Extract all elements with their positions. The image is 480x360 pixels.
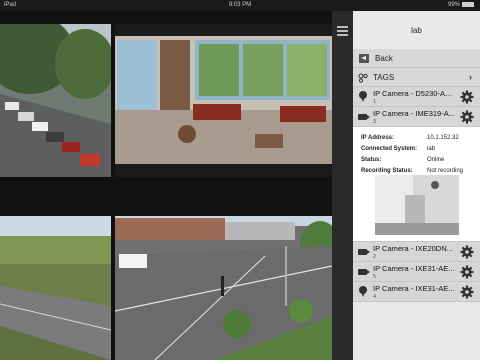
- map-pin-icon: [359, 91, 367, 102]
- status-bar: iPad 9:03 PM 99%: [0, 0, 480, 11]
- gear-icon[interactable]: [460, 245, 474, 259]
- recording-status-label: Recording Status:: [361, 168, 413, 174]
- clock: 9:03 PM: [228, 2, 252, 8]
- video-camera-icon: [358, 249, 370, 255]
- chevron-right-icon: ›: [469, 72, 472, 82]
- camera-number: 3: [373, 119, 377, 125]
- sidebar-title: lab: [353, 11, 480, 49]
- hamburger-menu-icon[interactable]: [337, 26, 348, 36]
- camera-details-panel: IP Address: 10.1.152.32 Connected System:…: [353, 127, 480, 242]
- tags-label: TAGS: [373, 73, 395, 82]
- ip-address-value: 10.1.152.32: [427, 135, 459, 141]
- camera-row-5[interactable]: IP Camera - IXE31-AE... 5: [353, 262, 480, 282]
- camera-row-3[interactable]: IP Camera - IME319-A... 3: [353, 107, 480, 127]
- camera-name: IP Camera - IXE31-AE...: [373, 284, 455, 293]
- gear-icon[interactable]: [460, 285, 474, 299]
- camera-name: IP Camera - IXE31-AE...: [373, 264, 455, 273]
- ip-address-label: IP Address:: [361, 135, 395, 141]
- map-pin-icon: [359, 286, 367, 297]
- camera-grid: [0, 11, 332, 360]
- battery-percent: 99%: [447, 2, 460, 8]
- camera-number: 4: [373, 294, 377, 300]
- video-tile-parking-lot[interactable]: [0, 24, 111, 177]
- camera-preview-thumbnail[interactable]: [375, 175, 459, 235]
- camera-number: 5: [373, 274, 377, 280]
- tags-row[interactable]: TAGS ›: [353, 68, 480, 87]
- gear-icon[interactable]: [460, 110, 474, 124]
- camera-number: 2: [373, 254, 377, 260]
- video-tile-lobby[interactable]: [115, 24, 332, 177]
- status-row: Status: Online: [361, 157, 444, 163]
- connected-system-row: Connected System: lab: [361, 146, 435, 152]
- camera-row-2[interactable]: IP Camera - IXE20DN... 2: [353, 242, 480, 262]
- video-tile-intersection[interactable]: [115, 216, 332, 360]
- camera-row-1[interactable]: IP Camera - D5230-A... 1: [353, 87, 480, 107]
- menu-strip: [332, 11, 353, 360]
- ip-address-row: IP Address: 10.1.152.32: [361, 135, 459, 141]
- battery-icon: [462, 1, 474, 7]
- back-label: Back: [375, 54, 393, 63]
- connected-system-label: Connected System:: [361, 146, 418, 152]
- camera-name: IP Camera - IME319-A...: [373, 109, 455, 118]
- battery-indicator: 99%: [448, 0, 474, 11]
- camera-name: IP Camera - IXE20DN...: [373, 244, 453, 253]
- status-value: Online: [427, 157, 445, 163]
- back-arrow-icon: [359, 54, 369, 63]
- back-button[interactable]: Back: [353, 49, 480, 68]
- connected-system-value: lab: [427, 146, 436, 152]
- camera-name: IP Camera - D5230-A...: [373, 89, 452, 98]
- gear-icon[interactable]: [460, 265, 474, 279]
- camera-row-4[interactable]: IP Camera - IXE31-AE... 4: [353, 282, 480, 302]
- video-tile-road[interactable]: [0, 216, 111, 360]
- tags-icon: [358, 73, 368, 83]
- video-camera-icon: [358, 269, 370, 275]
- video-camera-icon: [358, 114, 370, 120]
- camera-number: 1: [373, 99, 377, 105]
- camera-sidebar: lab Back TAGS › IP Camera - D5230-A... 1…: [353, 11, 480, 360]
- gear-icon[interactable]: [460, 90, 474, 104]
- status-label: Status:: [361, 157, 382, 163]
- recording-status-value: Not recording: [427, 168, 464, 174]
- recording-status-row: Recording Status: Not recording: [361, 168, 463, 174]
